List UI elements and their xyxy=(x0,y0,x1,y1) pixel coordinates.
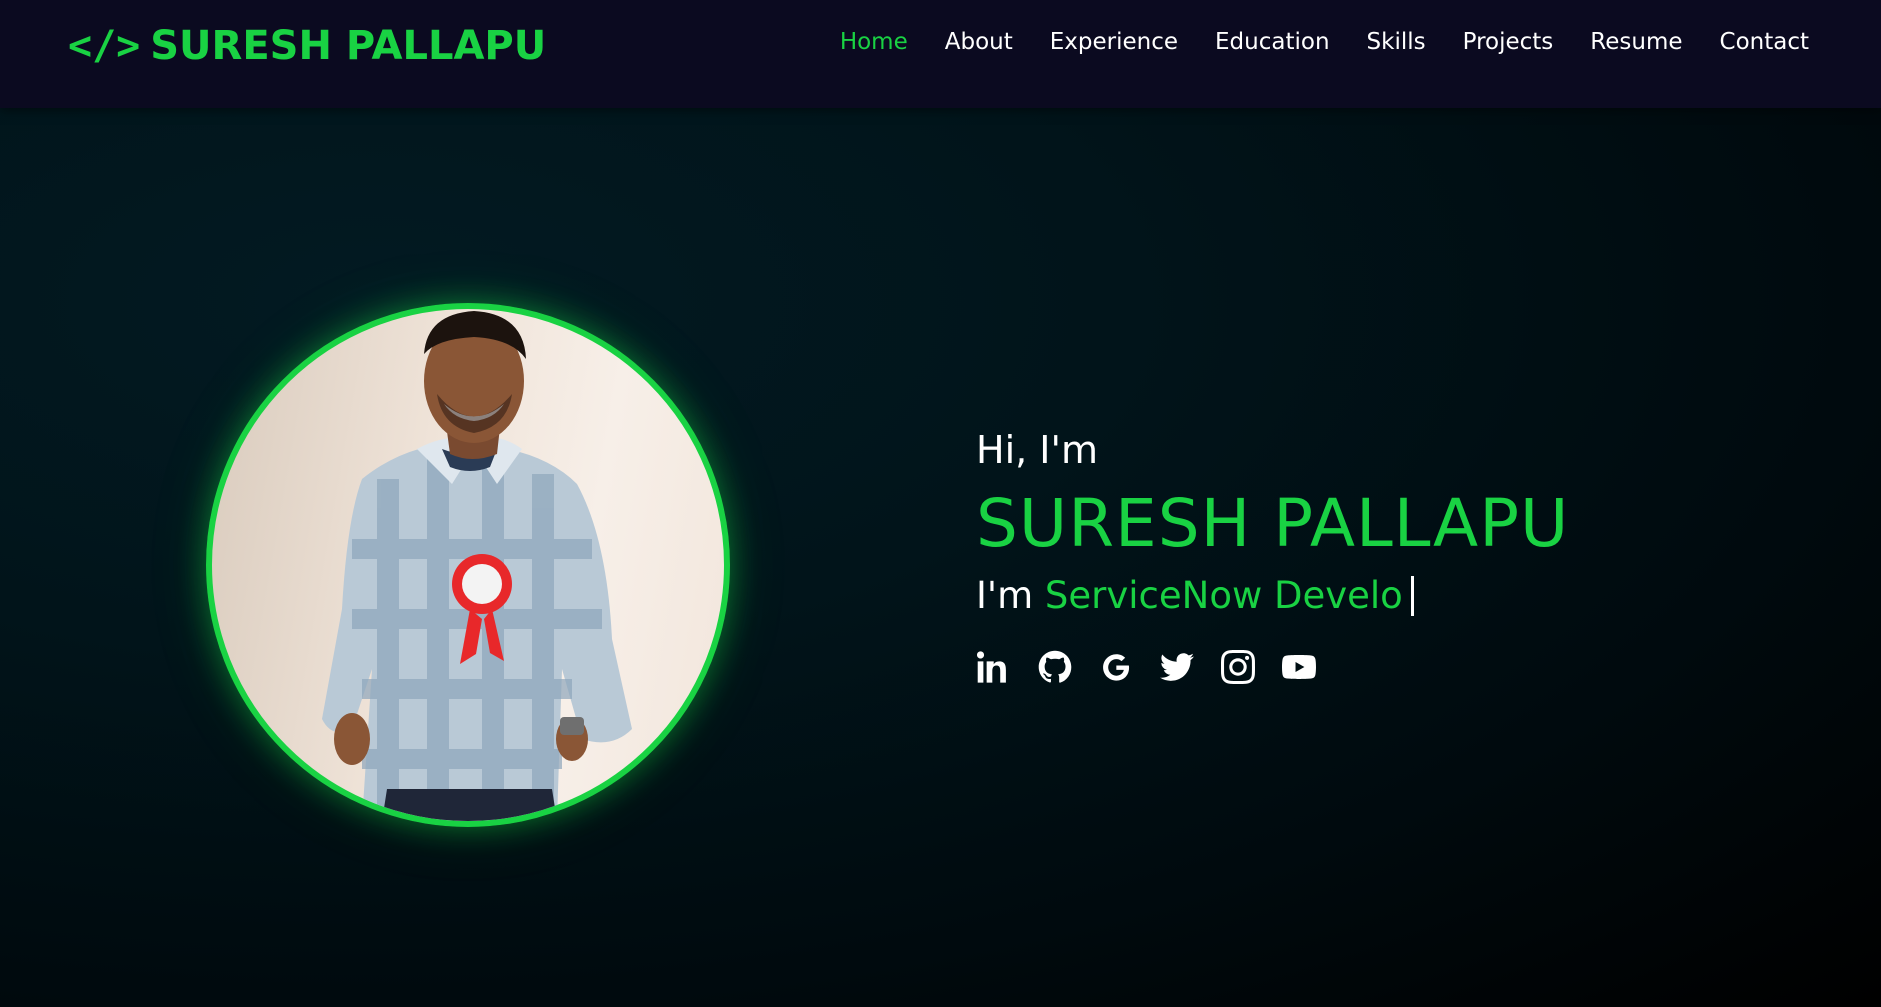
hero-greeting: Hi, I'm xyxy=(976,428,1098,472)
nav-item-education[interactable]: Education xyxy=(1215,29,1330,55)
nav-item-resume[interactable]: Resume xyxy=(1590,29,1682,55)
linkedin-link[interactable] xyxy=(976,649,1012,685)
nav-item-about[interactable]: About xyxy=(945,29,1013,55)
youtube-link[interactable] xyxy=(1281,649,1317,685)
brand-logo[interactable]: </> SURESH PALLAPU xyxy=(68,22,546,70)
google-link[interactable] xyxy=(1098,649,1134,685)
brand-name: SURESH PALLAPU xyxy=(150,23,547,69)
nav-item-projects[interactable]: Projects xyxy=(1463,29,1554,55)
nav-item-home[interactable]: Home xyxy=(840,29,908,55)
hero-name: SURESH PALLAPU xyxy=(976,485,1570,562)
navbar: </> SURESH PALLAPU Home About Experience… xyxy=(0,0,1881,108)
github-link[interactable] xyxy=(1037,649,1073,685)
instagram-link[interactable] xyxy=(1220,649,1256,685)
nav-menu: Home About Experience Education Skills P… xyxy=(840,24,1809,60)
hero-role: I'm ServiceNow Develo xyxy=(976,571,1796,621)
linkedin-icon xyxy=(977,651,1006,683)
twitter-icon xyxy=(1160,653,1194,681)
profile-photo xyxy=(206,303,730,827)
hero-intro: Hi, I'm SURESH PALLAPU I'm ServiceNow De… xyxy=(976,425,1796,685)
nav-item-contact[interactable]: Contact xyxy=(1720,29,1809,55)
youtube-icon xyxy=(1282,655,1316,679)
nav-item-skills[interactable]: Skills xyxy=(1367,29,1426,55)
twitter-link[interactable] xyxy=(1159,649,1195,685)
typing-cursor xyxy=(1410,576,1414,616)
google-icon xyxy=(1103,654,1130,681)
typed-role-text: ServiceNow Develo xyxy=(1044,574,1403,617)
person-illustration xyxy=(322,311,632,821)
role-prefix: I'm xyxy=(976,574,1034,617)
code-icon: </> xyxy=(68,23,141,69)
nav-item-experience[interactable]: Experience xyxy=(1050,29,1178,55)
github-icon xyxy=(1038,650,1072,683)
social-links xyxy=(976,649,1796,685)
instagram-icon xyxy=(1221,650,1255,684)
